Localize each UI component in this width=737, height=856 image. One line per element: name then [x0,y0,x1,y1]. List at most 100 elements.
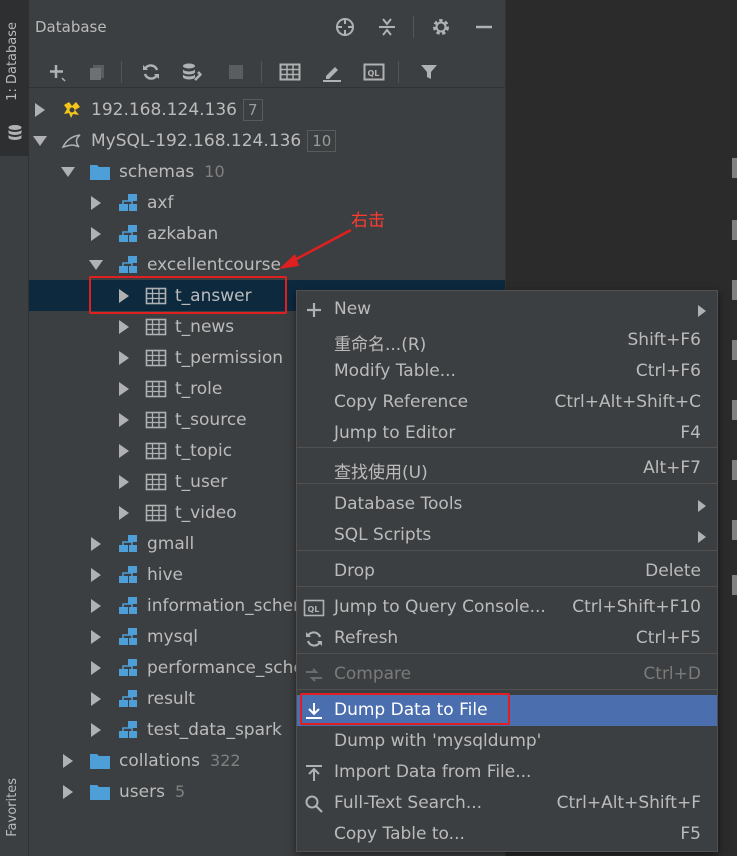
menu-item-full-text-search[interactable]: Full-Text Search... Ctrl+Alt+Shift+F [297,788,717,819]
tree-label: azkaban [147,223,219,244]
tree-label: test_data_spark [147,719,282,740]
menu-item-label: 重命名...(R) [334,335,427,355]
menu-item-jump-to-query-console[interactable]: QL Jump to Query Console... Ctrl+Shift+F10 [297,592,717,623]
filter-icon[interactable] [417,60,441,84]
menu-shortcut: Ctrl+D [643,664,701,684]
table-icon [145,347,167,369]
tree-count-badge: 10 [204,162,225,181]
context-menu: New 重命名...(R) Shift+F6 Modify Table... Ctrl+… [296,290,718,852]
submenu-arrow-icon [697,498,707,518]
menu-item-compare[interactable]: Compare Ctrl+D [297,659,717,690]
tree-count-badge: 322 [210,751,241,770]
menu-item-sql-scripts[interactable]: SQL Scripts [297,520,717,551]
chevron-right-icon[interactable] [89,629,103,644]
chevron-right-icon[interactable] [89,195,103,210]
chevron-right-icon[interactable] [33,102,47,117]
tree-row-192-168-124-136[interactable]: 192.168.124.136 7 [29,94,505,125]
menu-item-dump-with-mysqldump[interactable]: Dump with 'mysqldump' [297,726,717,757]
menu-shortcut: Ctrl+Alt+Shift+F [556,793,701,813]
tree-label: schemas [119,161,195,182]
svg-text:QL: QL [308,605,320,614]
schema-icon [117,254,139,276]
menu-item-jump-to-editor[interactable]: Jump to Editor F4 [297,418,717,449]
chevron-right-icon[interactable] [89,567,103,582]
edit-icon[interactable] [320,60,344,84]
folder-icon [89,750,111,772]
refresh-icon [303,628,325,650]
menu-item-import-data-from-file[interactable]: Import Data from File... [297,757,717,788]
tree-label: hive [147,564,184,585]
chevron-right-icon[interactable] [117,381,131,396]
chevron-down-icon[interactable] [89,258,103,272]
chevron-right-icon[interactable] [117,350,131,365]
duplicate-icon[interactable] [85,60,109,84]
chevron-right-icon[interactable] [89,722,103,737]
chevron-right-icon[interactable] [61,753,75,768]
menu-item-label: SQL Scripts [334,525,432,545]
menu-shortcut: Ctrl+Shift+F10 [572,597,701,617]
table-icon [145,378,167,400]
gear-icon[interactable] [430,16,452,38]
chevron-right-icon[interactable] [89,226,103,241]
query-console-icon[interactable]: QL [362,60,386,84]
minimize-icon[interactable] [473,16,495,38]
menu-item-label: Copy Reference [334,392,469,412]
menu-item-r[interactable]: 重命名...(R) Shift+F6 [297,325,717,356]
chevron-right-icon[interactable] [61,784,75,799]
menu-item-refresh[interactable]: Refresh Ctrl+F5 [297,623,717,654]
chevron-right-icon[interactable] [117,474,131,489]
tree-label: t_user [175,471,228,492]
tree-label: t_news [175,316,235,337]
menu-item-new[interactable]: New [297,294,717,325]
tree-row-mysql-192-168-124-136[interactable]: MySQL-192.168.124.136 10 [29,125,505,156]
chevron-right-icon[interactable] [117,319,131,334]
table-view-icon[interactable] [278,60,302,84]
menu-item-drop[interactable]: Drop Delete [297,556,717,587]
chevron-down-icon[interactable] [33,134,47,148]
chevron-right-icon[interactable] [117,412,131,427]
stop-icon[interactable] [224,60,248,84]
tree-row-azkaban[interactable]: azkaban [29,218,505,249]
add-icon[interactable] [45,60,69,84]
menu-separator [297,447,717,448]
folder-icon [89,161,111,183]
chevron-right-icon[interactable] [89,660,103,675]
tree-label: t_video [175,502,237,523]
chevron-right-icon[interactable] [89,598,103,613]
chevron-right-icon[interactable] [117,443,131,458]
toolbar-divider [261,61,262,83]
menu-item-label: Modify Table... [334,361,456,381]
tree-label: result [147,688,196,709]
chevron-down-icon[interactable] [61,165,75,179]
menu-shortcut: F5 [680,824,701,844]
menu-item-copy-reference[interactable]: Copy Reference Ctrl+Alt+Shift+C [297,387,717,418]
schema-icon [117,626,139,648]
table-icon [145,409,167,431]
crosshair-icon[interactable] [334,16,356,38]
table-icon [145,471,167,493]
tree-row-axf[interactable]: axf [29,187,505,218]
favorites-tab[interactable]: Favorites [5,778,20,837]
refresh-icon[interactable] [139,60,163,84]
table-icon [145,440,167,462]
chevron-right-icon[interactable] [117,505,131,520]
collapse-icon[interactable] [376,16,398,38]
submenu-arrow-icon [697,529,707,549]
database-tool-tab[interactable]: 1: Database [0,0,29,156]
tree-label: axf [147,192,174,213]
menu-item-modify-table[interactable]: Modify Table... Ctrl+F6 [297,356,717,387]
tree-row-schemas[interactable]: schemas 10 [29,156,505,187]
tree-label: mysql [147,626,198,647]
chevron-right-icon[interactable] [89,691,103,706]
schema-icon [117,192,139,214]
folder-icon [89,781,111,803]
menu-item-copy-table-to[interactable]: Copy Table to... F5 [297,819,717,850]
menu-item-database-tools[interactable]: Database Tools [297,489,717,520]
schema-tools-icon[interactable] [180,60,204,84]
menu-item-u[interactable]: 查找使用(U) Alt+F7 [297,453,717,484]
menu-item-label: Database Tools [334,494,463,514]
chevron-right-icon[interactable] [89,536,103,551]
menu-separator [297,689,717,690]
menu-item-label: Compare [334,664,412,684]
menu-separator [297,586,717,587]
